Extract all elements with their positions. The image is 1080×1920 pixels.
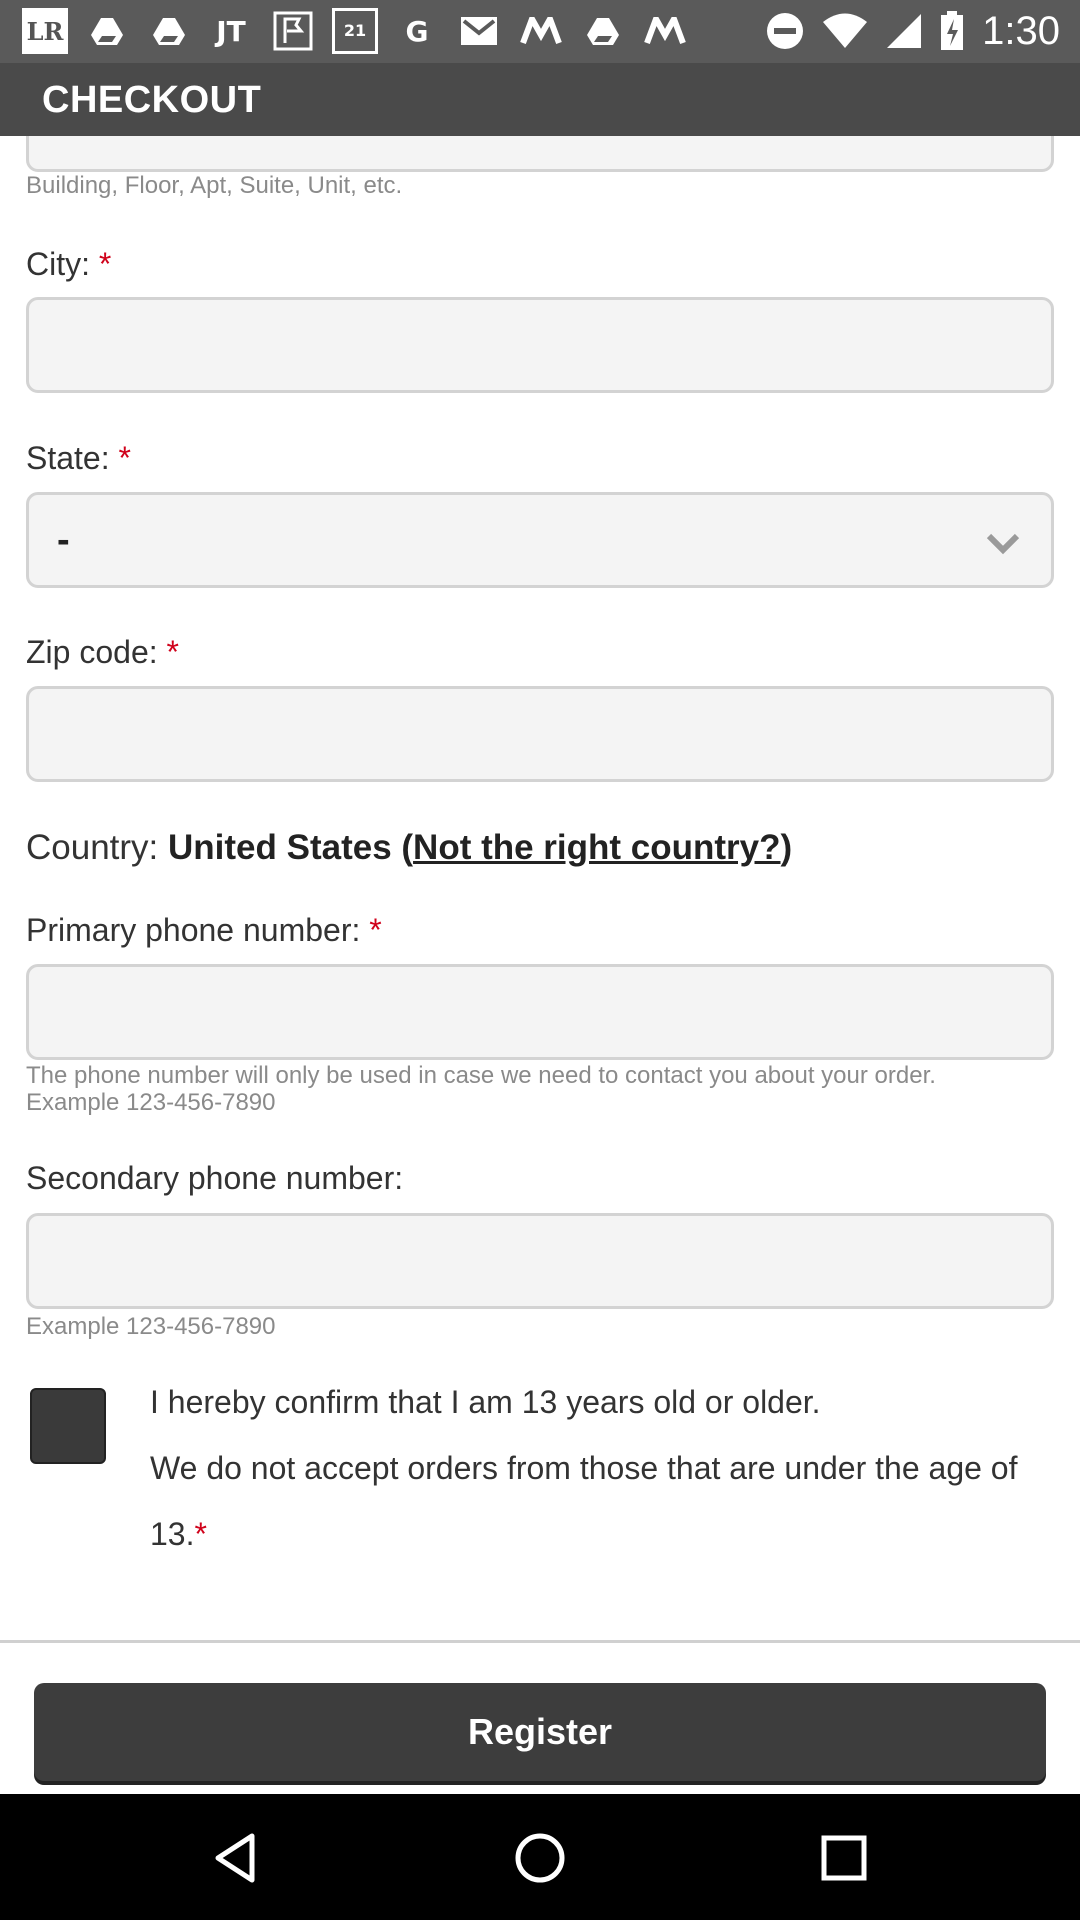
- secondary-phone-field[interactable]: [26, 1213, 1054, 1309]
- drive-icon: [84, 8, 130, 54]
- city-label: City: *: [26, 246, 112, 282]
- back-icon[interactable]: [210, 1832, 262, 1884]
- forever21-icon: 21: [332, 8, 378, 54]
- checkout-form[interactable]: Building, Floor, Apt, Suite, Unit, etc. …: [0, 136, 1080, 1794]
- required-mark: *: [166, 634, 179, 670]
- home-icon[interactable]: [514, 1832, 566, 1884]
- age-confirm-checkbox[interactable]: [30, 1388, 106, 1464]
- status-bar: LR JT 21 G 1:30: [0, 0, 1080, 63]
- secondary-phone-help: Example 123-456-7890: [26, 1313, 276, 1340]
- drive-icon: [580, 8, 626, 54]
- google-icon: G: [405, 14, 429, 48]
- secondary-phone-label: Secondary phone number:: [26, 1160, 404, 1196]
- app-bar: CHECKOUT: [0, 63, 1080, 136]
- zip-label: Zip code: *: [26, 634, 179, 670]
- required-mark: *: [98, 246, 112, 282]
- state-label: State: *: [26, 440, 131, 476]
- register-button[interactable]: Register: [34, 1683, 1046, 1781]
- system-icons: 1:30: [766, 8, 1060, 54]
- zip-field[interactable]: [26, 686, 1054, 782]
- signal-icon: [887, 14, 922, 48]
- moto-icon: [518, 8, 564, 54]
- country-line: Country: United States (Not the right co…: [26, 828, 793, 867]
- dnd-icon: [767, 13, 804, 49]
- change-country-link[interactable]: Not the right country?: [413, 828, 780, 867]
- drive-icon: [146, 8, 192, 54]
- primary-phone-label: Primary phone number: *: [26, 912, 382, 948]
- required-mark: *: [369, 912, 382, 948]
- age-confirm-text: I hereby confirm that I am 13 years old …: [150, 1384, 1018, 1552]
- chevron-down-icon: [986, 533, 1020, 555]
- flag-icon: [270, 8, 316, 54]
- notification-icons: LR JT 21 G: [22, 8, 688, 54]
- recents-icon[interactable]: [818, 1832, 870, 1884]
- lr-icon: LR: [22, 8, 68, 54]
- address-line2-field[interactable]: [26, 136, 1054, 172]
- required-mark: *: [118, 440, 131, 476]
- address-line2-help: Building, Floor, Apt, Suite, Unit, etc.: [26, 172, 403, 199]
- primary-phone-field[interactable]: [26, 964, 1054, 1060]
- primary-phone-help: The phone number will only be used in ca…: [26, 1062, 936, 1116]
- city-field[interactable]: [26, 297, 1054, 393]
- wifi-icon: [823, 13, 868, 48]
- state-select[interactable]: -: [26, 492, 1054, 588]
- country-value: United States: [168, 828, 392, 867]
- page-title: CHECKOUT: [42, 79, 262, 121]
- required-mark: *: [194, 1516, 207, 1552]
- navigation-bar: [0, 1794, 1080, 1920]
- clock: 1:30: [982, 8, 1060, 53]
- battery-icon: [941, 11, 964, 50]
- state-select-value: -: [57, 519, 70, 561]
- moto-icon: [642, 8, 688, 54]
- gmail-icon: [456, 8, 502, 54]
- jt-icon: JT: [216, 14, 246, 48]
- divider: [0, 1640, 1080, 1643]
